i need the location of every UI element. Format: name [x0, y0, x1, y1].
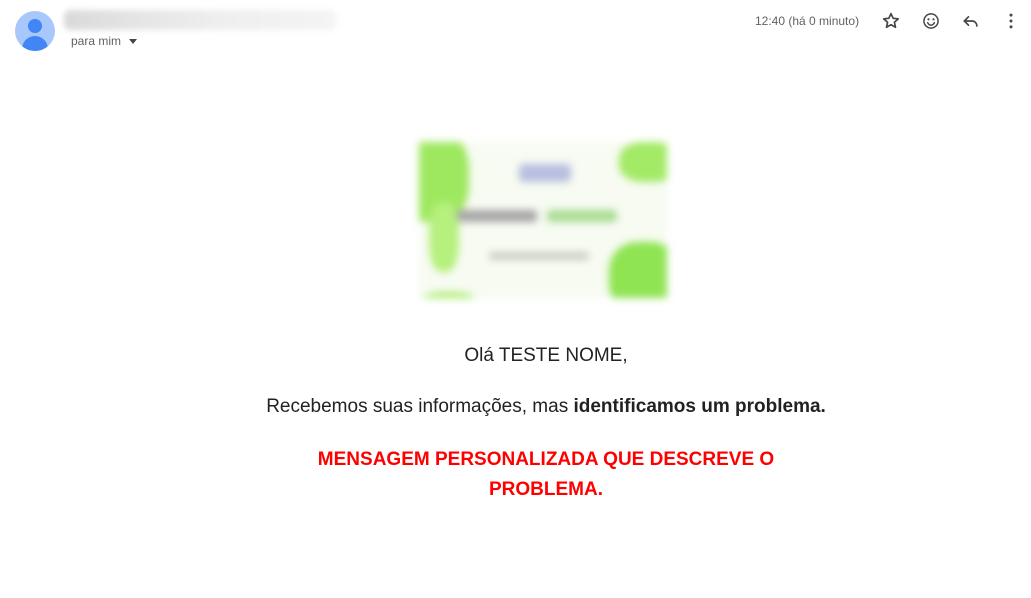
chevron-down-icon [129, 39, 138, 44]
banner-logo [519, 164, 571, 182]
more-vert-icon [1009, 13, 1013, 29]
email-header: para mim 12:40 (há 0 minuto) [0, 0, 1031, 60]
avatar-head-shape [28, 19, 42, 33]
reply-button[interactable] [959, 9, 983, 33]
problem-message: MENSAGEM PERSONALIZADA QUE DESCREVE O PR… [317, 449, 775, 500]
message-prefix: Recebemos suas informações, mas [266, 396, 574, 417]
star-button[interactable] [879, 9, 903, 33]
email-banner-image-blurred [419, 142, 667, 298]
timestamp: 12:40 (há 0 minuto) [755, 14, 860, 28]
sender-avatar[interactable] [15, 11, 55, 51]
greeting-text: Olá TESTE NOME, [464, 345, 628, 366]
emoji-icon [923, 13, 939, 29]
avatar-body-shape [22, 36, 48, 51]
message-bold: identificamos um problema. [573, 396, 826, 417]
emoji-reaction-button[interactable] [919, 9, 943, 33]
info-message: Recebemos suas informações, mas identifi… [0, 396, 1031, 418]
recipient-label: para mim [71, 34, 122, 48]
reply-icon [963, 16, 978, 27]
sender-name-redacted[interactable] [64, 10, 336, 30]
more-options-button[interactable] [999, 9, 1023, 33]
recipient-dropdown[interactable]: para mim [71, 34, 138, 48]
star-icon [882, 12, 900, 29]
